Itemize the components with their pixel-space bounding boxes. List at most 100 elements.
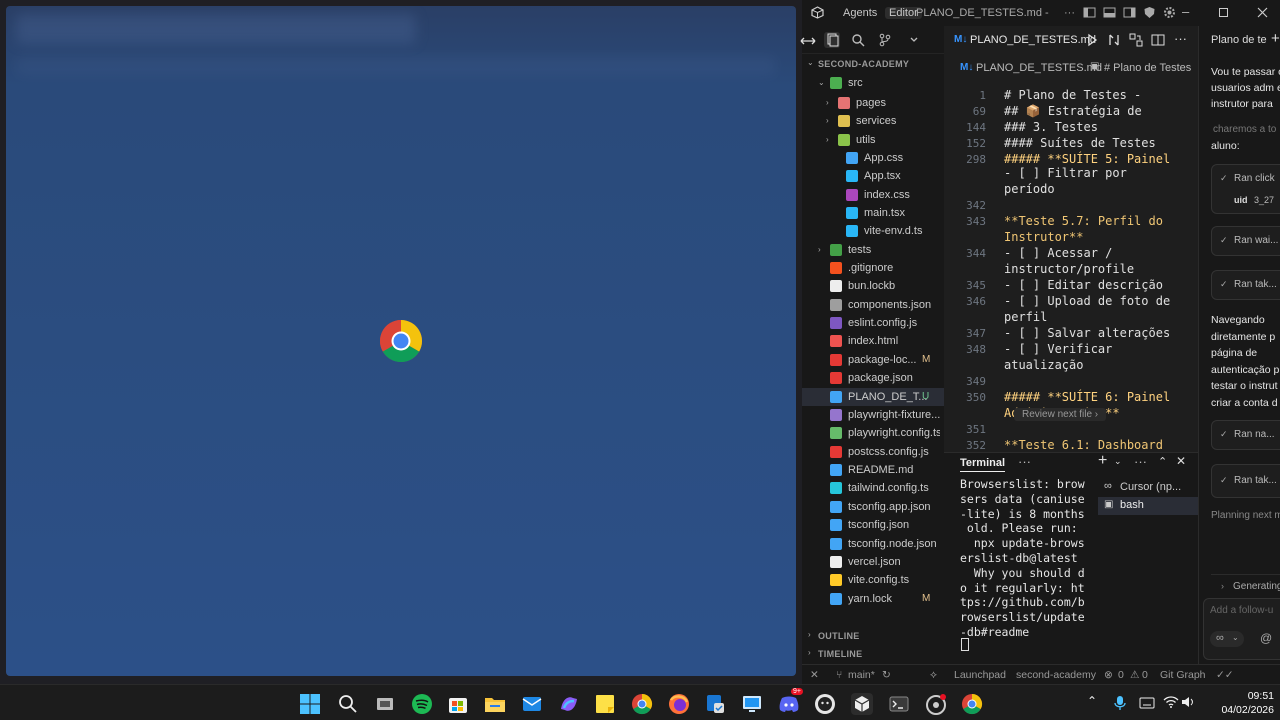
spotify-icon[interactable] bbox=[411, 693, 433, 715]
explorer-item[interactable]: tsconfig.json bbox=[802, 516, 944, 534]
microphone-icon[interactable] bbox=[1113, 695, 1127, 711]
system-clock[interactable]: 09:51 04/02/2026 bbox=[1200, 689, 1274, 717]
terminal-tab[interactable]: Terminal bbox=[960, 457, 1006, 472]
explorer-item[interactable]: vite.config.ts bbox=[802, 571, 944, 589]
explorer-item[interactable]: › tests bbox=[802, 241, 944, 259]
gear-icon[interactable] bbox=[1163, 6, 1176, 19]
terminal-session-cursor[interactable]: ∞ Cursor (np... bbox=[1098, 479, 1198, 497]
run-icon[interactable] bbox=[1084, 32, 1100, 48]
tool-call-card[interactable]: ✓ Ran wai... bbox=[1211, 226, 1280, 256]
chevron-down-icon[interactable]: ⌄ bbox=[1114, 456, 1122, 467]
chat-title[interactable]: Plano de te bbox=[1211, 34, 1267, 46]
explorer-item[interactable]: package.json bbox=[802, 369, 944, 387]
more-icon[interactable]: ··· bbox=[1064, 7, 1075, 19]
chevron-down-icon[interactable] bbox=[906, 32, 922, 48]
files-icon[interactable] bbox=[824, 32, 840, 48]
github-icon[interactable] bbox=[814, 693, 836, 715]
breadcrumb-section[interactable]: # Plano de Testes bbox=[1104, 62, 1191, 74]
explorer-item[interactable]: main.tsx bbox=[802, 204, 944, 222]
layout-aux-icon[interactable] bbox=[1123, 6, 1136, 19]
minimize-button[interactable]: – bbox=[1182, 4, 1189, 19]
explorer-item[interactable]: App.css bbox=[802, 149, 944, 167]
shield-icon[interactable] bbox=[1143, 6, 1156, 19]
search-icon[interactable] bbox=[850, 32, 866, 48]
explorer-item[interactable]: bun.lockb bbox=[802, 277, 944, 295]
sticky-notes-icon[interactable] bbox=[594, 693, 616, 715]
firefox-icon[interactable] bbox=[668, 693, 690, 715]
editor-more-icon[interactable]: ··· bbox=[1174, 31, 1187, 46]
chevron-right-icon[interactable]: › bbox=[808, 630, 811, 639]
git-compare-icon[interactable] bbox=[1128, 32, 1144, 48]
terminal-session-bash[interactable]: ▣ bash bbox=[1098, 497, 1198, 515]
explorer-item[interactable]: index.html bbox=[802, 332, 944, 350]
explorer-item[interactable]: eslint.config.js bbox=[802, 314, 944, 332]
new-chat-icon[interactable]: + bbox=[1271, 30, 1280, 47]
windows-start-icon[interactable] bbox=[299, 693, 321, 715]
task-view-icon[interactable] bbox=[374, 693, 396, 715]
code-editor[interactable]: M↓ PLANO_DE_TESTES.md ▣ # Plano de Teste… bbox=[944, 54, 1198, 452]
terminal-actions-icon[interactable]: ··· bbox=[1134, 454, 1147, 469]
mode-selector[interactable]: ∞ ⌄ bbox=[1210, 631, 1244, 647]
breadcrumb-file[interactable]: PLANO_DE_TESTES.md bbox=[976, 62, 1102, 74]
terminal-panel[interactable]: Terminal ··· + ⌄ ··· ⌃ ✕ Browserslist: b… bbox=[944, 452, 1198, 662]
error-count[interactable]: 0 bbox=[1118, 669, 1124, 681]
timeline-section[interactable]: TIMELINE bbox=[818, 649, 862, 659]
chevron-right-icon[interactable]: › bbox=[808, 648, 811, 657]
explorer-item[interactable]: .gitignore bbox=[802, 259, 944, 277]
generating-row[interactable]: › Generating bbox=[1211, 574, 1280, 598]
file-explorer-icon[interactable] bbox=[484, 693, 506, 715]
new-terminal-icon[interactable]: + bbox=[1098, 452, 1107, 470]
close-panel-icon[interactable]: ✕ bbox=[1176, 454, 1186, 468]
terminal-app-icon[interactable] bbox=[888, 693, 910, 715]
close-window-button[interactable] bbox=[1256, 6, 1269, 19]
tool-call-card[interactable]: ✓ Ran tak... bbox=[1211, 270, 1280, 300]
branch-name[interactable]: main* bbox=[848, 669, 875, 681]
remote-icon[interactable]: ✕ bbox=[810, 669, 819, 681]
explorer-item[interactable]: App.tsx bbox=[802, 167, 944, 185]
explorer-item[interactable]: PLANO_DE_T... U bbox=[802, 388, 944, 406]
mention-icon[interactable]: @ bbox=[1260, 631, 1272, 645]
split-editor-icon[interactable] bbox=[1150, 32, 1166, 48]
chevron-up-icon[interactable]: ⌃ bbox=[1158, 455, 1167, 468]
terminal-more-icon[interactable]: ··· bbox=[1018, 454, 1031, 469]
maximize-button[interactable] bbox=[1217, 6, 1230, 19]
explorer-item[interactable]: index.css bbox=[802, 186, 944, 204]
explorer-item[interactable]: vercel.json bbox=[802, 553, 944, 571]
copilot-icon[interactable] bbox=[558, 693, 580, 715]
explorer-item[interactable]: ⌄ src bbox=[802, 74, 944, 92]
explorer-item[interactable]: tsconfig.node.json bbox=[802, 535, 944, 553]
warning-count[interactable]: 0 bbox=[1142, 669, 1148, 681]
explorer-item[interactable]: playwright.config.ts bbox=[802, 424, 944, 442]
followup-input[interactable]: Add a follow-u ∞ ⌄ @ bbox=[1203, 598, 1280, 660]
compare-icon[interactable] bbox=[1106, 32, 1122, 48]
wifi-icon[interactable] bbox=[1163, 695, 1179, 709]
git-graph-label[interactable]: Git Graph bbox=[1160, 669, 1206, 681]
layout-sidebar-icon[interactable] bbox=[1083, 6, 1096, 19]
explorer-item[interactable]: README.md bbox=[802, 461, 944, 479]
recording-app-icon[interactable] bbox=[925, 693, 947, 715]
explorer-item[interactable]: vite-env.d.ts bbox=[802, 222, 944, 240]
discord-icon[interactable]: 9+ bbox=[778, 688, 803, 715]
chrome-icon[interactable] bbox=[631, 693, 653, 715]
outline-section[interactable]: OUTLINE bbox=[818, 631, 860, 641]
store-icon[interactable] bbox=[447, 693, 469, 715]
explorer-item[interactable]: components.json bbox=[802, 296, 944, 314]
vpn-icon[interactable] bbox=[704, 693, 726, 715]
chevron-down-icon[interactable]: ⌄ bbox=[807, 58, 814, 67]
tool-call-card[interactable]: ✓ Ran click uid 3_27 bbox=[1211, 164, 1280, 214]
review-next-file-button[interactable]: Review next file › bbox=[1014, 408, 1107, 421]
explorer-item[interactable]: tailwind.config.ts bbox=[802, 479, 944, 497]
explorer-item[interactable]: tsconfig.app.json bbox=[802, 498, 944, 516]
explorer-item[interactable]: postcss.config.js bbox=[802, 443, 944, 461]
sync-icon[interactable]: ↻ bbox=[882, 669, 891, 681]
cursor-app-icon[interactable] bbox=[851, 693, 873, 715]
layout-panel-icon[interactable] bbox=[1103, 6, 1116, 19]
explorer-item[interactable]: package-loc... M bbox=[802, 351, 944, 369]
agents-tab[interactable]: Agents bbox=[843, 7, 877, 19]
explorer-item[interactable]: › pages bbox=[802, 94, 944, 112]
check-all-icon[interactable]: ✓✓ bbox=[1216, 669, 1234, 681]
keyboard-icon[interactable] bbox=[1139, 696, 1155, 710]
explorer-item[interactable]: yarn.lock M bbox=[802, 590, 944, 608]
tool-call-card[interactable]: ✓ Ran na... bbox=[1211, 420, 1280, 450]
resize-handle-icon[interactable] bbox=[800, 33, 816, 49]
